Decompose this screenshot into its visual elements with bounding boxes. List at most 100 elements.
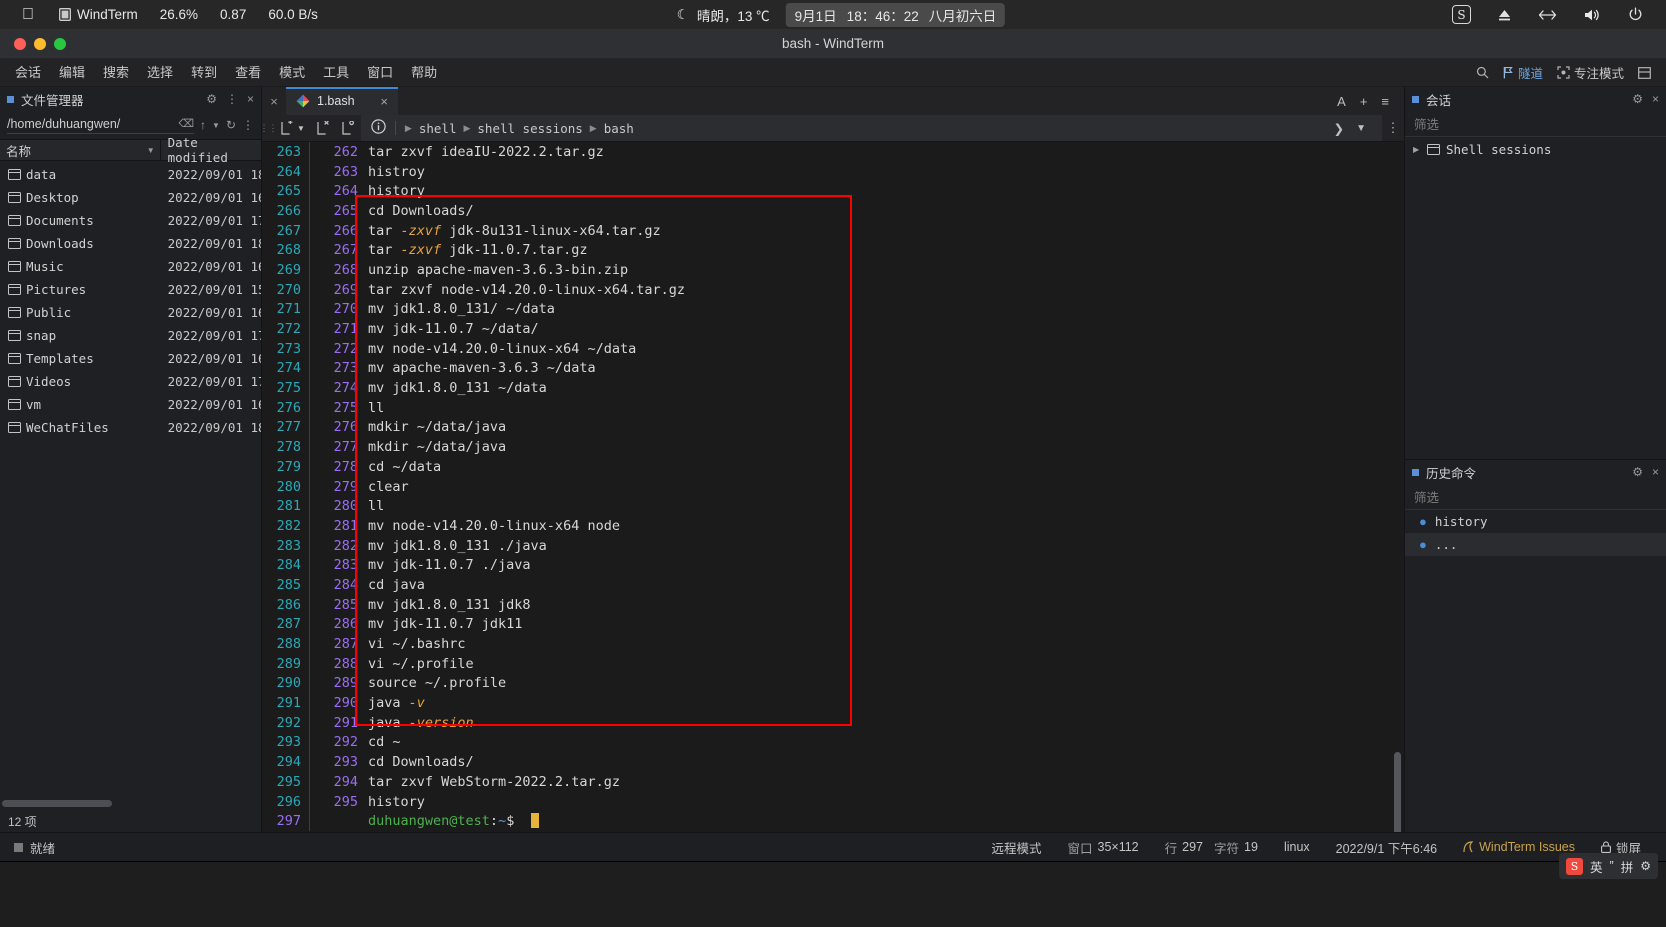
- close-icon[interactable]: ×: [262, 87, 286, 115]
- breadcrumb-collapse-icon[interactable]: ▼: [1350, 123, 1372, 134]
- ime-indicator[interactable]: S 英 ” 拼 ⚙: [1559, 853, 1658, 879]
- minimize-button[interactable]: [34, 37, 46, 50]
- file-list-horizontal-scrollbar[interactable]: [0, 798, 261, 810]
- file-row[interactable]: Downloads 2022/09/01 18: [0, 232, 261, 255]
- arrows-icon[interactable]: [1525, 9, 1570, 21]
- maximize-button[interactable]: [54, 37, 66, 50]
- tab-menu-button[interactable]: ≡: [1374, 94, 1396, 109]
- close-button[interactable]: [14, 37, 26, 50]
- flag-icon: [1503, 67, 1513, 79]
- sessions-tree-item-shell-sessions[interactable]: ▶ Shell sessions: [1405, 137, 1666, 161]
- macbar-weather[interactable]: ☾ 晴朗，13 ℃: [661, 5, 786, 25]
- ime-language[interactable]: 英: [1590, 857, 1603, 876]
- layout-icon[interactable]: [1631, 66, 1658, 79]
- menu-view[interactable]: 查看: [226, 59, 270, 87]
- volume-icon[interactable]: [1570, 8, 1615, 22]
- menu-search[interactable]: 搜索: [94, 59, 138, 87]
- close-icon[interactable]: ×: [366, 94, 388, 109]
- terminal-command: mv jdk1.8.0_131 ./java: [368, 537, 547, 554]
- history-filter-input[interactable]: 筛选: [1405, 484, 1666, 510]
- info-icon[interactable]: [371, 119, 386, 137]
- macbar-clock[interactable]: 9月1日 18：46：22 八月初六日: [785, 2, 1006, 27]
- file-row[interactable]: Public 2022/09/01 16: [0, 301, 261, 324]
- macbar-app-entry[interactable]: WindTerm: [48, 7, 149, 22]
- terminal-prompt-line[interactable]: 297 duhuangwen@test:~$: [262, 811, 1404, 832]
- power-icon[interactable]: [1615, 7, 1656, 22]
- terminal-line-number: 286: [276, 596, 301, 613]
- breadcrumb-expand-icon[interactable]: ❯: [1328, 121, 1350, 136]
- file-row[interactable]: vm 2022/09/01 16: [0, 393, 261, 416]
- history-item-1[interactable]: ● ...: [1405, 533, 1666, 556]
- menu-select[interactable]: 选择: [138, 59, 182, 87]
- more-vertical-icon[interactable]: ⋮: [242, 118, 254, 132]
- menu-edit[interactable]: 编辑: [50, 59, 94, 87]
- tunnel-button[interactable]: 隧道: [1496, 63, 1550, 82]
- clear-input-icon[interactable]: ⌫: [178, 117, 194, 130]
- close-icon[interactable]: ×: [247, 92, 254, 106]
- close-icon[interactable]: ×: [1652, 465, 1659, 479]
- close-icon[interactable]: ×: [1652, 92, 1659, 106]
- terminal-output[interactable]: 263 262 tar zxvf ideaIU-2022.2.tar.gz 264 26…: [262, 142, 1404, 832]
- file-row[interactable]: Templates 2022/09/01 16: [0, 347, 261, 370]
- search-icon[interactable]: [1469, 66, 1496, 79]
- apple-icon[interactable]: : [10, 6, 48, 23]
- terminal-vertical-scrollbar[interactable]: [1394, 752, 1401, 832]
- ime-mode[interactable]: 拼: [1621, 857, 1634, 876]
- breadcrumb-bash[interactable]: bash: [604, 121, 634, 136]
- file-row[interactable]: Desktop 2022/09/01 16: [0, 186, 261, 209]
- gear-icon[interactable]: ⚙: [1632, 92, 1643, 106]
- status-datetime[interactable]: 2022/9/1 下午6:46: [1323, 838, 1450, 857]
- chevron-down-icon[interactable]: ▼: [212, 121, 220, 130]
- file-row[interactable]: WeChatFiles 2022/09/01 18: [0, 416, 261, 439]
- sogou-s-icon[interactable]: S: [1439, 5, 1484, 24]
- status-remote-mode[interactable]: 远程模式: [978, 838, 1054, 857]
- file-list[interactable]: data 2022/09/01 18 Desktop 2022/09/01 16 Doc…: [0, 161, 261, 798]
- path-input[interactable]: /home/duhuangwen/ ⌫: [7, 117, 195, 134]
- column-header-name-label: 名称: [6, 144, 32, 159]
- file-row[interactable]: snap 2022/09/01 17: [0, 324, 261, 347]
- terminal-tab-1bash[interactable]: 1.bash ×: [286, 87, 398, 115]
- macbar-cpu[interactable]: 26.6%: [149, 7, 209, 22]
- gear-icon[interactable]: ⚙: [206, 92, 217, 106]
- file-row[interactable]: Videos 2022/09/01 17: [0, 370, 261, 393]
- breadcrumb-shell-sessions[interactable]: shell sessions: [477, 121, 582, 136]
- chevron-right-icon[interactable]: ▶: [1413, 145, 1421, 154]
- menu-window[interactable]: 窗口: [358, 59, 402, 87]
- eject-icon[interactable]: [1484, 8, 1525, 22]
- more-vertical-icon[interactable]: ⋮: [226, 92, 238, 106]
- file-row[interactable]: data 2022/09/01 18: [0, 163, 261, 186]
- macbar-load[interactable]: 0.87: [209, 7, 257, 22]
- panel-indicator-dot: [7, 95, 14, 103]
- macbar-network[interactable]: 60.0 B/s: [257, 7, 329, 22]
- drag-grip-icon[interactable]: ⋮⋮: [260, 123, 278, 134]
- status-windterm-issues[interactable]: WindTerm Issues: [1450, 840, 1588, 854]
- close-tab-button[interactable]: [311, 121, 336, 135]
- refresh-icon[interactable]: ↻: [226, 118, 236, 132]
- up-arrow-icon[interactable]: ↑: [200, 118, 206, 132]
- gear-icon[interactable]: ⚙: [1640, 859, 1651, 873]
- breadcrumb-shell[interactable]: shell: [419, 121, 457, 136]
- sessions-filter-input[interactable]: 筛选: [1405, 111, 1666, 137]
- status-os[interactable]: linux: [1271, 840, 1323, 854]
- status-window-size[interactable]: 窗口 35×112: [1054, 838, 1151, 857]
- menu-goto[interactable]: 转到: [182, 59, 226, 87]
- font-size-button[interactable]: A: [1330, 94, 1353, 109]
- add-tab-button[interactable]: +: [1353, 94, 1375, 109]
- file-row[interactable]: Music 2022/09/01 16: [0, 255, 261, 278]
- column-header-name[interactable]: 名称 ▼: [0, 140, 161, 160]
- menu-help[interactable]: 帮助: [402, 59, 446, 87]
- new-tab-button[interactable]: ▼: [275, 121, 311, 135]
- file-row[interactable]: Documents 2022/09/01 17: [0, 209, 261, 232]
- menu-tools[interactable]: 工具: [314, 59, 358, 87]
- status-cursor-position[interactable]: 行 297 字符 19: [1152, 838, 1271, 857]
- punctuation-icon[interactable]: ”: [1610, 859, 1614, 873]
- focus-mode-button[interactable]: 专注模式: [1550, 63, 1631, 82]
- status-dot-icon: [14, 842, 23, 852]
- menu-session[interactable]: 会话: [6, 59, 50, 87]
- history-item-0[interactable]: ● history: [1405, 510, 1666, 533]
- toolbar-more-icon[interactable]: ⋮: [1382, 120, 1404, 136]
- gear-icon[interactable]: ⚙: [1632, 465, 1643, 479]
- reopen-tab-button[interactable]: [336, 121, 361, 135]
- menu-mode[interactable]: 模式: [270, 59, 314, 87]
- file-row[interactable]: Pictures 2022/09/01 15: [0, 278, 261, 301]
